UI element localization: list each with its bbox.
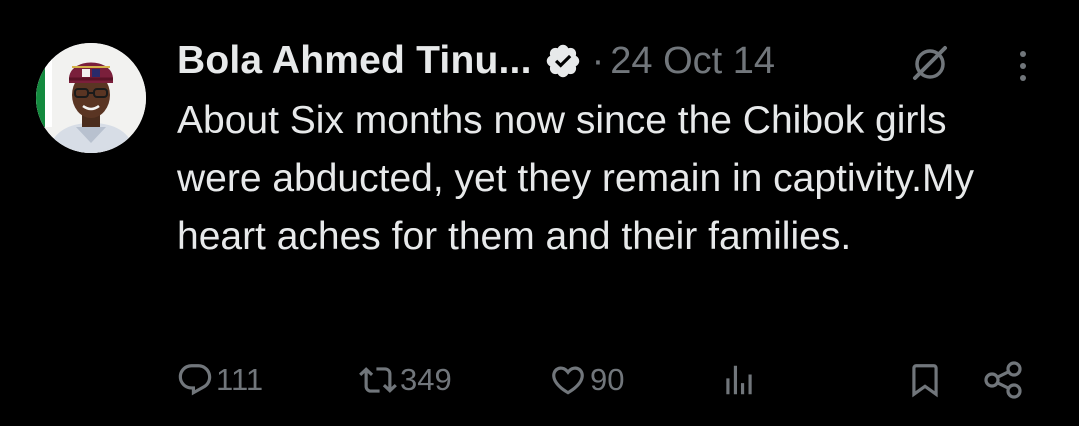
like-button[interactable]: 90 — [548, 355, 624, 405]
repost-count: 349 — [400, 362, 452, 397]
grok-icon[interactable] — [905, 40, 955, 84]
views-chart-icon — [720, 361, 758, 399]
more-options-icon[interactable] — [1012, 46, 1034, 86]
tweet-actions: 111 349 90 — [0, 355, 1079, 405]
tweet-header: Bola Ahmed Tinu... · 24 Oct 14 — [177, 38, 775, 84]
reply-icon — [176, 361, 214, 399]
repost-icon — [358, 361, 398, 399]
bookmark-icon — [906, 360, 944, 400]
tweet-date[interactable]: 24 Oct 14 — [610, 40, 775, 83]
share-button[interactable] — [982, 355, 1024, 405]
tweet-text: About Six months now since the Chibok gi… — [177, 99, 974, 258]
profile-photo — [36, 43, 146, 153]
reply-button[interactable]: 111 — [176, 355, 263, 405]
display-name[interactable]: Bola Ahmed Tinu... — [177, 39, 532, 83]
avatar[interactable] — [36, 43, 146, 153]
reply-count: 111 — [216, 362, 264, 397]
views-button[interactable] — [720, 355, 758, 405]
like-count: 90 — [590, 362, 625, 397]
separator-dot: · — [591, 39, 605, 82]
verified-badge-icon — [544, 42, 582, 80]
bookmark-button[interactable] — [906, 355, 944, 405]
heart-icon — [548, 361, 588, 399]
repost-button[interactable]: 349 — [358, 355, 452, 405]
share-icon — [982, 360, 1024, 400]
